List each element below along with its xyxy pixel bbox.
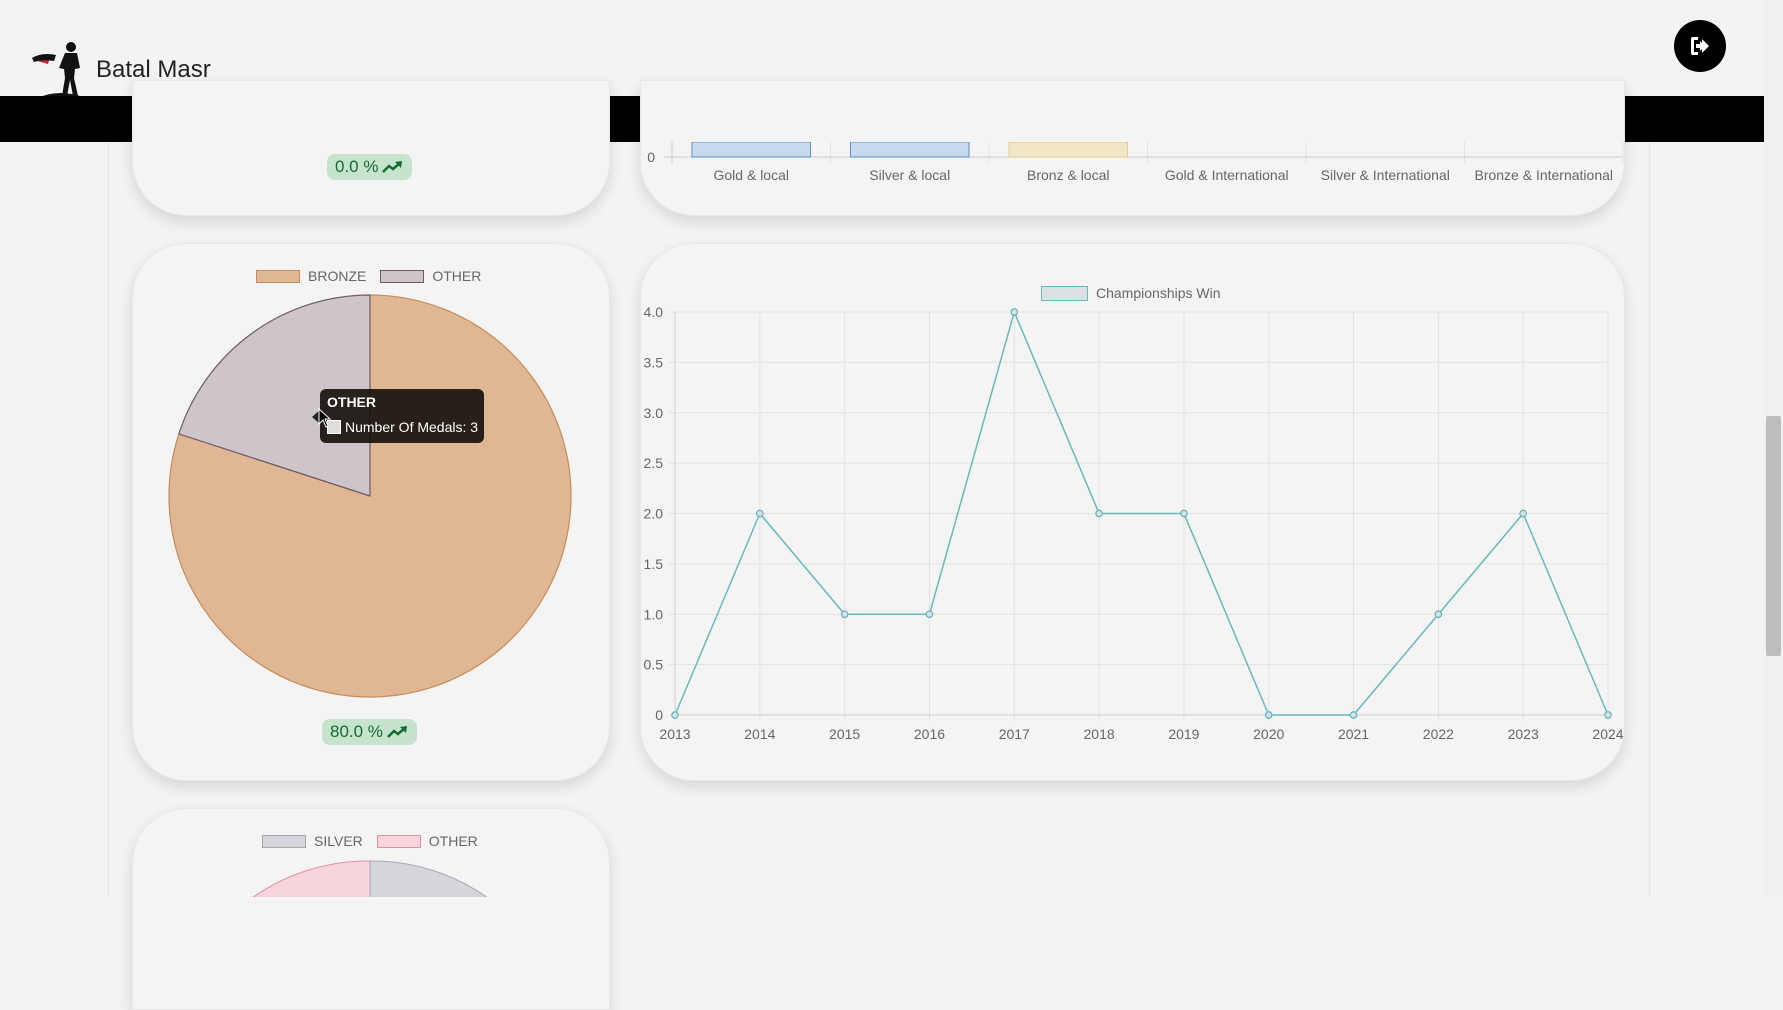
x-tick-label: 2018 xyxy=(1084,726,1115,742)
legend-label-championships[interactable]: Championships Win xyxy=(1096,285,1221,301)
bar-silver-local xyxy=(850,142,970,158)
stats-card-top xyxy=(132,80,610,216)
bronze-pie-legend: BRONZE OTHER xyxy=(256,268,481,284)
tooltip-value: Number Of Medals: 3 xyxy=(345,419,479,435)
trending-up-icon xyxy=(382,161,403,173)
line-chart-legend: Championships Win xyxy=(1041,285,1221,301)
x-tick-label: 2016 xyxy=(914,726,945,742)
legend-label-silver[interactable]: SILVER xyxy=(314,833,363,849)
x-tick-label: Gold & International xyxy=(1165,167,1289,183)
legend-swatch-other[interactable] xyxy=(380,269,425,283)
y-tick-label: 4.0 xyxy=(644,304,664,320)
percent-badge-bronze: 80.0 % xyxy=(322,719,417,745)
bar-bronz-local xyxy=(1008,142,1128,158)
hero-logo-icon xyxy=(32,42,86,98)
x-tick-label: Bronz & local xyxy=(1027,167,1109,183)
y-tick-label: 3.0 xyxy=(644,405,664,421)
y-tick-label: 0.5 xyxy=(644,657,664,673)
legend-swatch-bronze[interactable] xyxy=(256,269,300,283)
championships-line-chart[interactable]: 0 0.5 1.0 1.5 2.0 2.5 3.0 3.5 4.0 2013 2014 2015 201… xyxy=(640,300,1625,760)
percent-badge-top: 0.0 % xyxy=(327,154,413,180)
legend-swatch-other[interactable] xyxy=(376,834,421,848)
legend-swatch-silver[interactable] xyxy=(262,834,306,848)
data-point[interactable] xyxy=(1349,711,1358,719)
legend-label-other[interactable]: OTHER xyxy=(432,268,481,284)
mouse-cursor-icon xyxy=(318,408,332,428)
data-point[interactable] xyxy=(1010,308,1019,316)
y-tick-label: 2.0 xyxy=(644,506,664,522)
data-point[interactable] xyxy=(755,509,764,518)
legend-label-other[interactable]: OTHER xyxy=(429,833,478,849)
data-point[interactable] xyxy=(1604,711,1612,719)
data-point[interactable] xyxy=(925,610,934,619)
y-tick-label: 1.5 xyxy=(644,556,664,572)
x-tick-label: 2022 xyxy=(1423,726,1454,742)
data-point[interactable] xyxy=(1180,509,1188,518)
x-tick-label: Silver & local xyxy=(869,167,950,183)
medal-bar-chart: 0 Gold & local Silver & local Bronz & local… xyxy=(647,142,1624,183)
y-tick-label: 2.5 xyxy=(644,455,664,471)
trending-up-icon xyxy=(387,726,407,738)
silver-pie-legend: SILVER OTHER xyxy=(262,833,478,849)
x-tick-label: 2023 xyxy=(1508,726,1539,742)
legend-label-bronze[interactable]: BRONZE xyxy=(308,268,366,284)
x-tick-label: 2013 xyxy=(659,726,690,742)
data-point[interactable] xyxy=(840,610,849,619)
data-point[interactable] xyxy=(1519,509,1528,518)
data-point[interactable] xyxy=(1434,610,1443,619)
silver-pie-chart[interactable] xyxy=(240,858,500,897)
percent-value: 0.0 % xyxy=(335,157,379,176)
x-tick-label: 2014 xyxy=(744,726,775,742)
legend-swatch-championships[interactable] xyxy=(1041,285,1088,301)
y-tick-label: 0 xyxy=(655,707,663,723)
tooltip-title: OTHER xyxy=(327,394,376,410)
data-point[interactable] xyxy=(671,711,679,719)
bar-gold-local xyxy=(691,142,811,158)
x-tick-label: 2017 xyxy=(999,726,1030,742)
bronze-pie-chart[interactable] xyxy=(160,290,580,710)
pie-slice-other[interactable] xyxy=(252,860,371,897)
percent-value: 80.0 % xyxy=(330,722,383,741)
y-tick-label: 0 xyxy=(647,149,655,165)
x-tick-label: 2019 xyxy=(1168,726,1199,742)
y-tick-label: 3.5 xyxy=(644,354,664,370)
x-tick-label: 2015 xyxy=(829,726,860,742)
x-tick-label: 2020 xyxy=(1253,726,1284,742)
scrollbar-thumb[interactable] xyxy=(1766,416,1781,656)
logout-button[interactable] xyxy=(1674,20,1726,72)
x-tick-label: 2024 xyxy=(1592,726,1623,742)
x-tick-label: Silver & International xyxy=(1321,167,1450,183)
logout-icon xyxy=(1691,37,1709,55)
tooltip-line: Number Of Medals: 3 xyxy=(327,419,478,435)
chart-tooltip: OTHER Number Of Medals: 3 xyxy=(312,389,484,443)
x-tick-label: 2021 xyxy=(1338,726,1369,742)
pie-slice-silver[interactable] xyxy=(369,860,488,897)
data-point[interactable] xyxy=(1095,509,1103,518)
data-point[interactable] xyxy=(1264,711,1273,719)
x-tick-label: Bronze & International xyxy=(1474,167,1613,183)
y-tick-label: 1.0 xyxy=(644,606,664,622)
x-tick-label: Gold & local xyxy=(714,167,789,183)
